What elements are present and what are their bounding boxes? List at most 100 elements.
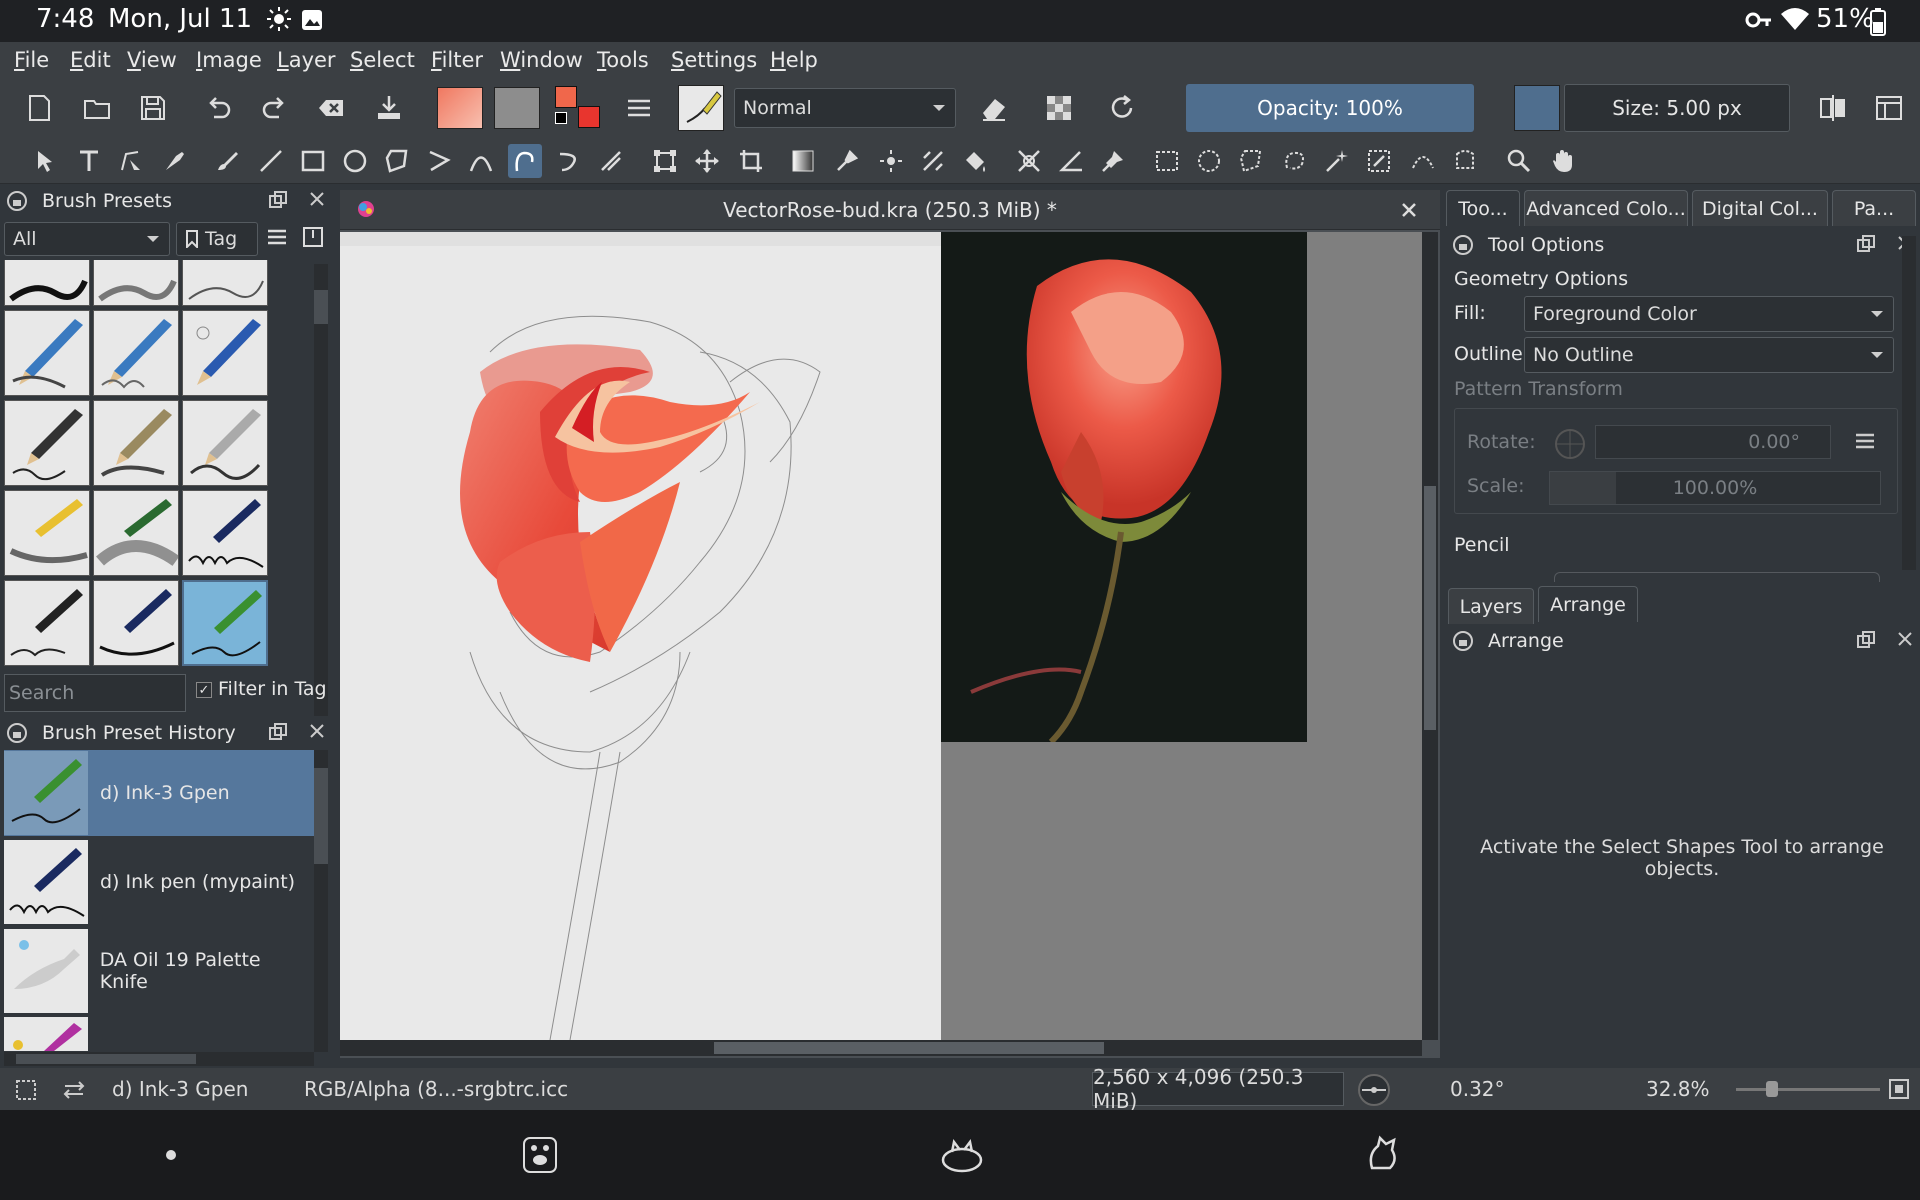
brush-preset-cell[interactable] bbox=[93, 490, 179, 576]
canvas-viewport[interactable] bbox=[340, 232, 1422, 1041]
import-icon[interactable] bbox=[370, 89, 408, 127]
preset-filter-select[interactable]: All bbox=[4, 222, 170, 256]
menu-tools[interactable]: Tools bbox=[597, 48, 649, 72]
lock-icon[interactable] bbox=[1452, 234, 1474, 256]
brush-preset-cell[interactable] bbox=[182, 400, 268, 486]
reset-colors-icon[interactable] bbox=[555, 112, 567, 124]
brush-swap-icon[interactable] bbox=[62, 1078, 86, 1107]
redo-icon[interactable] bbox=[255, 89, 293, 127]
brush-preset-cell-selected[interactable] bbox=[182, 580, 268, 666]
brush-preset-cell[interactable] bbox=[4, 490, 90, 576]
calligraphy-icon[interactable] bbox=[158, 144, 192, 178]
crop-tool-icon[interactable] bbox=[734, 144, 768, 178]
fit-page-icon[interactable] bbox=[1888, 1078, 1910, 1105]
pan-tool-icon[interactable] bbox=[1546, 144, 1580, 178]
float-icon[interactable] bbox=[268, 722, 288, 747]
dynamic-brush-icon[interactable] bbox=[552, 144, 586, 178]
outline-select[interactable]: No Outline bbox=[1524, 337, 1894, 373]
float-icon[interactable] bbox=[268, 190, 288, 215]
menu-layer[interactable]: Layer bbox=[277, 48, 336, 72]
opacity-slider[interactable]: Opacity: 100% bbox=[1186, 84, 1474, 132]
import-resource-icon[interactable] bbox=[300, 224, 330, 254]
reference-pin-icon[interactable] bbox=[1096, 144, 1130, 178]
rotate-input[interactable]: 0.00° bbox=[1595, 425, 1831, 459]
float-icon[interactable] bbox=[1856, 630, 1876, 655]
float-icon[interactable] bbox=[1856, 234, 1876, 259]
contiguous-select-icon[interactable] bbox=[1320, 144, 1354, 178]
tool-options-scrollbar[interactable] bbox=[1902, 236, 1916, 570]
reference-image[interactable] bbox=[941, 232, 1307, 745]
polygon-tool-icon[interactable] bbox=[380, 144, 414, 178]
edit-shapes-icon[interactable] bbox=[114, 144, 148, 178]
brush-preset-cell[interactable] bbox=[93, 260, 179, 306]
canvas-vscrollbar-thumb[interactable] bbox=[1424, 486, 1436, 730]
foreground-color-swatch[interactable] bbox=[555, 86, 577, 108]
rectangle-tool-icon[interactable] bbox=[296, 144, 330, 178]
workspace-icon[interactable] bbox=[1870, 89, 1908, 127]
brush-preset-cell[interactable] bbox=[182, 490, 268, 576]
new-document-icon[interactable] bbox=[20, 89, 58, 127]
multibrush-icon[interactable] bbox=[594, 144, 628, 178]
reload-preset-icon[interactable] bbox=[1103, 89, 1141, 127]
text-tool-icon[interactable] bbox=[72, 144, 106, 178]
menu-view[interactable]: View bbox=[127, 48, 177, 72]
lock-icon[interactable] bbox=[6, 190, 28, 212]
eraser-icon[interactable] bbox=[975, 89, 1013, 127]
menu-window[interactable]: Window bbox=[500, 48, 583, 72]
pattern-swatch[interactable] bbox=[494, 87, 540, 129]
tab-digital-color[interactable]: Digital Col... bbox=[1692, 190, 1828, 226]
brush-preset-cell[interactable] bbox=[93, 580, 179, 666]
history-item-selected[interactable]: d) Ink-3 Gpen bbox=[4, 750, 314, 836]
brush-settings-icon[interactable] bbox=[620, 89, 658, 127]
scale-slider[interactable]: 100.00% bbox=[1549, 471, 1881, 505]
background-color-swatch[interactable] bbox=[578, 106, 600, 128]
history-item-partial[interactable] bbox=[4, 1017, 314, 1051]
save-icon[interactable] bbox=[134, 89, 172, 127]
line-tool-icon[interactable] bbox=[254, 144, 288, 178]
canvas-hscrollbar-thumb[interactable] bbox=[714, 1042, 1104, 1054]
brush-preset-cell[interactable] bbox=[93, 310, 179, 396]
brush-preset-cell[interactable] bbox=[182, 310, 268, 396]
menu-edit[interactable]: Edit bbox=[70, 48, 111, 72]
polygon-select-icon[interactable] bbox=[1234, 144, 1268, 178]
tag-button[interactable]: Tag bbox=[176, 222, 258, 256]
history-scrollbar-thumb[interactable] bbox=[314, 768, 328, 864]
document-tab[interactable]: VectorRose-bud.kra (250.3 MiB) * bbox=[340, 190, 1440, 230]
paw-icon[interactable] bbox=[522, 1136, 558, 1178]
close-icon[interactable] bbox=[1896, 630, 1914, 653]
zoom-slider[interactable] bbox=[1736, 1088, 1880, 1091]
gradient-tool-icon[interactable] bbox=[786, 144, 820, 178]
angle-tool-icon[interactable] bbox=[1054, 144, 1088, 178]
brush-preset-cell[interactable] bbox=[182, 260, 268, 306]
gradient-swatch[interactable] bbox=[437, 87, 483, 129]
menu-file[interactable]: File bbox=[14, 48, 49, 72]
menu-filter[interactable]: Filter bbox=[431, 48, 483, 72]
fill-select[interactable]: Foreground Color bbox=[1524, 296, 1894, 332]
rotate-menu-icon[interactable] bbox=[1853, 429, 1877, 457]
brush-preset-button[interactable] bbox=[678, 85, 724, 131]
bezier-tool-icon[interactable] bbox=[464, 144, 498, 178]
preset-search-input[interactable]: Search bbox=[4, 674, 186, 712]
menu-image[interactable]: Image bbox=[196, 48, 262, 72]
menu-settings[interactable]: Settings bbox=[671, 48, 757, 72]
rect-select-icon[interactable] bbox=[1150, 144, 1184, 178]
brush-preset-cell[interactable] bbox=[4, 400, 90, 486]
history-item[interactable]: DA Oil 19 Palette Knife bbox=[4, 928, 314, 1014]
brush-color-swatch[interactable] bbox=[1514, 85, 1560, 131]
freehand-path-icon[interactable] bbox=[508, 144, 542, 178]
move-tool-icon[interactable] bbox=[690, 144, 724, 178]
paper-canvas[interactable] bbox=[340, 232, 941, 1041]
lock-icon[interactable] bbox=[6, 722, 28, 744]
ellipse-tool-icon[interactable] bbox=[338, 144, 372, 178]
brush-preset-cell[interactable] bbox=[93, 400, 179, 486]
image-dimensions[interactable]: 2,560 x 4,096 (250.3 MiB) bbox=[1092, 1065, 1344, 1113]
freehand-select-icon[interactable] bbox=[1278, 144, 1312, 178]
history-hscrollbar-thumb[interactable] bbox=[16, 1054, 196, 1064]
filter-in-tag-checkbox[interactable]: ✓ bbox=[196, 682, 212, 698]
ellipse-select-icon[interactable] bbox=[1192, 144, 1226, 178]
clear-icon[interactable] bbox=[312, 89, 350, 127]
history-item[interactable]: d) Ink pen (mypaint) bbox=[4, 839, 314, 925]
brush-preset-cell[interactable] bbox=[4, 580, 90, 666]
smart-patch-icon[interactable] bbox=[874, 144, 908, 178]
zoom-tool-icon[interactable] bbox=[1502, 144, 1536, 178]
